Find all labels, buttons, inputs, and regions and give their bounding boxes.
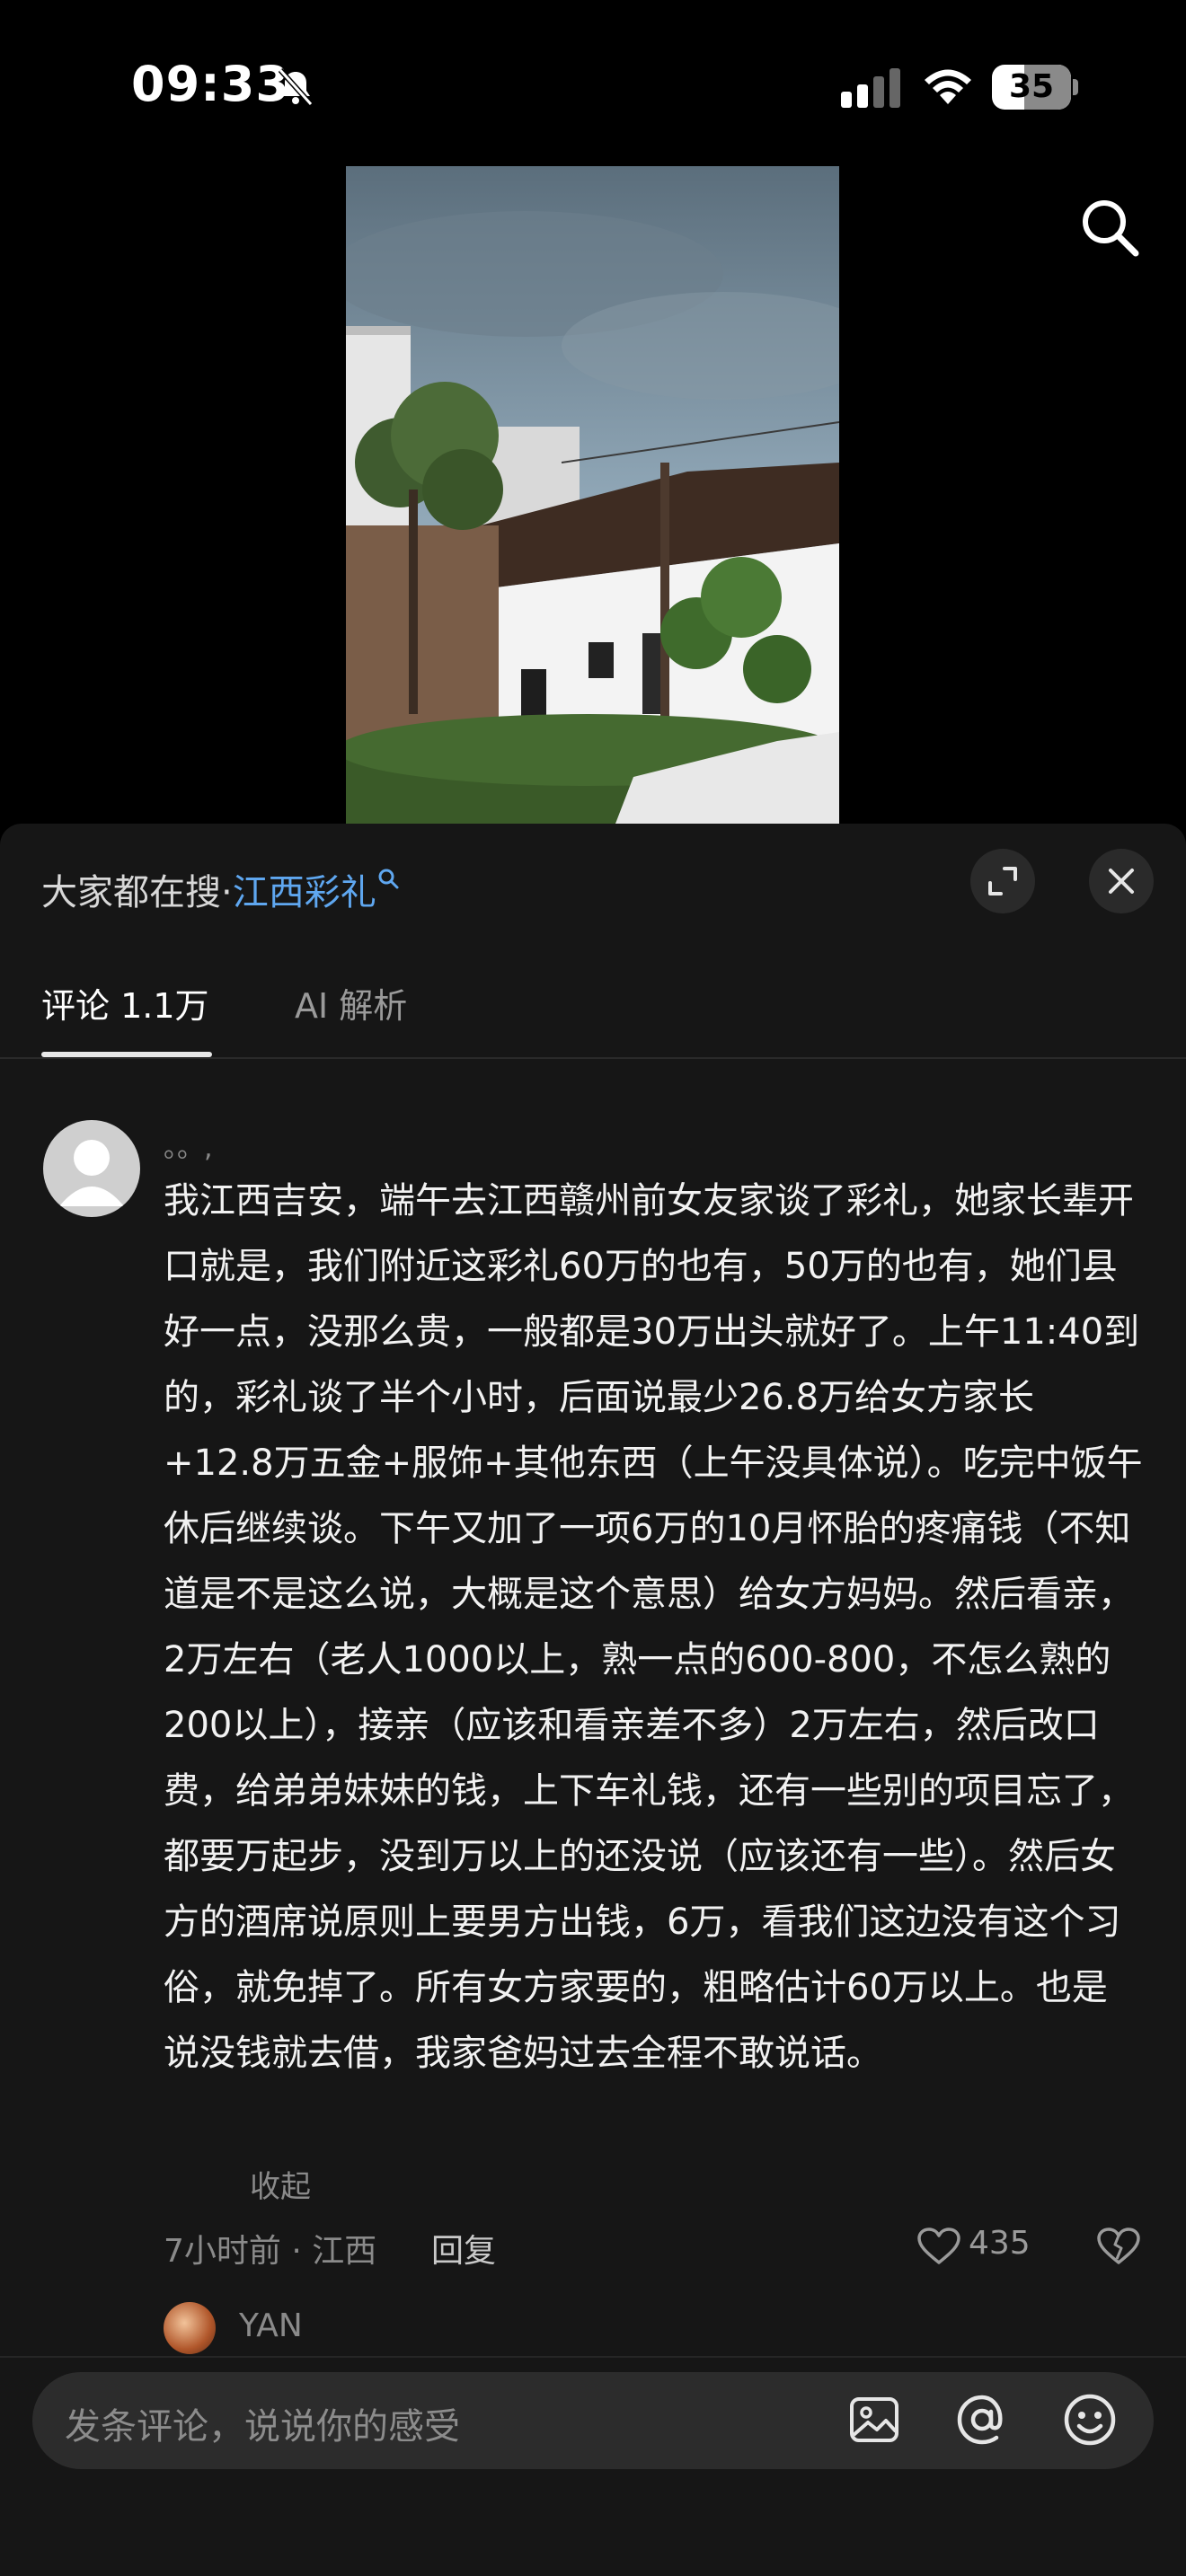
- battery-level: 35: [1008, 68, 1055, 105]
- battery-indicator: 35: [992, 65, 1078, 110]
- comment-sheet: 大家都在搜·江西彩礼 评论 1.1万 AI 解析 。。, 我江西吉安，端午去江西…: [0, 824, 1186, 2576]
- comment-username[interactable]: 。。,: [164, 1125, 213, 1165]
- video-preview[interactable]: [346, 166, 839, 824]
- collapse-link[interactable]: 收起: [250, 2162, 311, 2206]
- trending-prefix: 大家都在搜·: [41, 872, 233, 913]
- status-bar: 09:33 35: [0, 0, 1186, 171]
- broken-heart-icon[interactable]: [1096, 2227, 1141, 2266]
- image-icon[interactable]: [845, 2390, 904, 2449]
- emoji-icon[interactable]: [1060, 2390, 1120, 2449]
- comment-input-bar: 发条评论，说说你的感受: [0, 2356, 1186, 2576]
- comment-input-placeholder: 发条评论，说说你的感受: [65, 2406, 460, 2448]
- active-tab-indicator: [41, 1052, 212, 1057]
- default-avatar-icon: [59, 1140, 124, 1206]
- bell-off-icon: [278, 67, 314, 107]
- comment-meta: 7小时前 · 江西: [164, 2233, 377, 2270]
- expand-icon: [988, 867, 1017, 895]
- comment-text: 我江西吉安，端午去江西赣州前女友家谈了彩礼，她家长辈开口就是，我们附近这彩礼60…: [164, 1180, 1143, 2074]
- close-button[interactable]: [1089, 849, 1154, 913]
- at-icon[interactable]: [952, 2390, 1012, 2449]
- heart-icon[interactable]: [916, 2227, 961, 2266]
- status-time: 09:33: [131, 56, 290, 112]
- tab-bar: 评论 1.1万 AI 解析: [0, 958, 1186, 1059]
- trending-term[interactable]: 江西彩礼: [233, 872, 376, 913]
- tab-comments[interactable]: 评论 1.1万: [41, 978, 209, 1028]
- comment-input[interactable]: 发条评论，说说你的感受: [32, 2372, 1154, 2469]
- close-icon: [1109, 869, 1134, 894]
- trending-search[interactable]: 大家都在搜·江西彩礼: [41, 863, 400, 915]
- reply-preview-name[interactable]: YAN: [239, 2307, 303, 2344]
- cellular-signal-icon: [841, 68, 900, 108]
- wifi-icon: [925, 69, 971, 104]
- search-icon[interactable]: [1076, 194, 1143, 260]
- avatar[interactable]: [43, 1120, 140, 1217]
- expand-button[interactable]: [970, 849, 1035, 913]
- reply-button[interactable]: 回复: [431, 2225, 496, 2272]
- reply-avatar[interactable]: [164, 2302, 216, 2354]
- like-count: 435: [969, 2225, 1031, 2262]
- tab-ai-analysis[interactable]: AI 解析: [295, 978, 407, 1028]
- search-small-icon: [378, 869, 399, 889]
